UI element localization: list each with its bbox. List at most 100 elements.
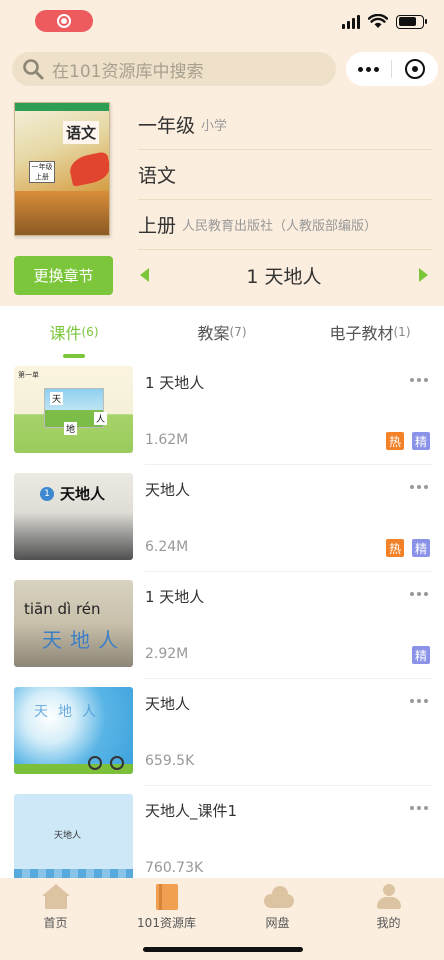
chapter-title: 1 天地人 [246, 265, 322, 288]
resource-tabs: 课件 (6) 教案 (7) 电子教材 (1) [0, 306, 444, 358]
more-options-icon[interactable] [410, 699, 428, 703]
search-input[interactable]: 在101资源库中搜索 [12, 52, 336, 86]
more-options-icon[interactable] [410, 592, 428, 596]
more-options-icon[interactable] [410, 806, 428, 810]
featured-badge: 精 [412, 539, 430, 557]
list-item[interactable]: tiān dì rén 天地人 1 天地人 2.92M 精 [0, 572, 444, 679]
thumbnail: 1 天地人 [14, 473, 133, 560]
next-chapter-icon[interactable] [418, 268, 428, 282]
item-badges: 热 精 [386, 432, 430, 450]
search-placeholder: 在101资源库中搜索 [52, 61, 204, 82]
tab-lesson-plans[interactable]: 教案 (7) [148, 306, 296, 358]
thumb-text: 天地人 [60, 485, 106, 503]
thumb-text: 天地人 [34, 704, 106, 720]
item-size: 2.92M [145, 646, 189, 662]
hot-badge: 热 [386, 432, 404, 450]
subject-row[interactable]: 语文 [138, 150, 432, 200]
thumbnail: tiān dì rén 天地人 [14, 580, 133, 667]
grade-row[interactable]: 一年级 小学 [138, 100, 432, 150]
cover-title: 语文 [63, 121, 100, 144]
item-badges: 热 精 [386, 539, 430, 557]
tab-label: 电子教材 [329, 324, 394, 343]
tabbar-item-library[interactable]: 101资源库 [111, 878, 222, 938]
thumb-text: 天地人 [42, 628, 126, 652]
wifi-icon [368, 14, 388, 28]
thumb-wave [14, 869, 133, 878]
bottom-tab-bar: 首页 101资源库 网盘 我的 [0, 878, 444, 960]
list-item[interactable]: 1 天地人 天地人 6.24M 热 精 [0, 465, 444, 572]
featured-badge: 精 [412, 432, 430, 450]
cover-stripe [15, 103, 109, 111]
book-cover[interactable]: 语文 一年级 上册 [14, 102, 110, 236]
tab-courseware[interactable]: 课件 (6) [0, 306, 148, 358]
battery-icon [396, 14, 427, 29]
bicycle-wheel [110, 756, 124, 770]
miniprogram-capsule [346, 52, 438, 86]
book-icon [153, 884, 181, 910]
thumb-number: 1 [40, 487, 54, 501]
list-item[interactable]: 第一单 天 地 人 1 天地人 1.62M 热 精 [0, 358, 444, 465]
thumb-char-di: 地 [64, 422, 78, 435]
tab-count: (1) [393, 325, 411, 339]
search-icon [23, 59, 44, 80]
tabbar-item-cloud-drive[interactable]: 网盘 [222, 878, 333, 938]
thumb-heading: 第一单 [18, 371, 39, 379]
item-title: 天地人 [145, 481, 191, 499]
previous-chapter-icon[interactable] [140, 268, 149, 282]
tabbar-label: 网盘 [265, 916, 290, 930]
close-miniprogram-button[interactable] [392, 59, 437, 79]
grade-label: 一年级 [138, 115, 196, 137]
more-icon[interactable] [346, 66, 391, 72]
thumbnail: 天地人 [14, 687, 133, 774]
featured-badge: 精 [412, 646, 430, 664]
thumb-pinyin: tiān dì rén [24, 600, 101, 618]
change-chapter-button[interactable]: 更换章节 [14, 256, 113, 295]
tab-label: 教案 [197, 324, 230, 343]
thumbnail: 第一单 天 地 人 [14, 366, 133, 453]
signal-icon [342, 14, 360, 29]
bicycle-wheel [88, 756, 102, 770]
subject-label: 语文 [138, 165, 177, 187]
list-item[interactable]: 天地人 天地人_课件1 760.73K [0, 786, 444, 878]
thumb-text: 天地人 [54, 831, 82, 841]
tab-e-textbook[interactable]: 电子教材 (1) [296, 306, 444, 358]
list-item[interactable]: 天地人 天地人 659.5K [0, 679, 444, 786]
resource-list: 第一单 天 地 人 1 天地人 1.62M 热 精 1 天地人 天地人 6.24… [0, 358, 444, 878]
item-title: 天地人 [145, 695, 191, 713]
item-title: 1 天地人 [145, 588, 205, 606]
more-options-icon[interactable] [410, 378, 428, 382]
volume-label: 上册 [138, 215, 177, 237]
item-badges: 精 [412, 646, 430, 664]
item-size: 6.24M [145, 539, 189, 555]
tabbar-item-home[interactable]: 首页 [0, 878, 111, 938]
tabbar-item-me[interactable]: 我的 [333, 878, 444, 938]
book-panel: 语文 一年级 上册 一年级 小学 语文 上册 人民教育出版社（人教版部编版） 更… [0, 94, 444, 306]
volume-row[interactable]: 上册 人民教育出版社（人教版部编版） [138, 200, 432, 250]
item-title: 1 天地人 [145, 374, 205, 392]
screen-record-indicator[interactable] [35, 10, 93, 32]
item-size: 1.62M [145, 432, 189, 448]
user-icon [375, 884, 403, 910]
tabbar-label: 首页 [43, 916, 68, 930]
home-indicator[interactable] [143, 947, 303, 952]
status-bar [0, 0, 444, 44]
hot-badge: 热 [386, 539, 404, 557]
record-icon [57, 14, 71, 28]
thumbnail: 天地人 [14, 794, 133, 878]
cover-ground [15, 191, 109, 235]
tab-count: (6) [81, 325, 99, 339]
chapter-nav: 1 天地人 [138, 252, 432, 298]
home-icon [41, 884, 70, 910]
tabbar-label: 101资源库 [137, 916, 196, 930]
system-icons [342, 14, 427, 29]
stage-label: 小学 [201, 119, 228, 134]
item-size: 760.73K [145, 860, 204, 876]
cover-label: 一年级 上册 [29, 161, 55, 183]
item-title: 天地人_课件1 [145, 802, 238, 820]
publisher-label: 人民教育出版社（人教版部编版） [182, 219, 378, 234]
target-icon [404, 59, 425, 79]
more-options-icon[interactable] [410, 485, 428, 489]
item-size: 659.5K [145, 753, 195, 769]
tabbar-label: 我的 [376, 916, 401, 930]
thumb-char-ren: 人 [94, 412, 108, 425]
